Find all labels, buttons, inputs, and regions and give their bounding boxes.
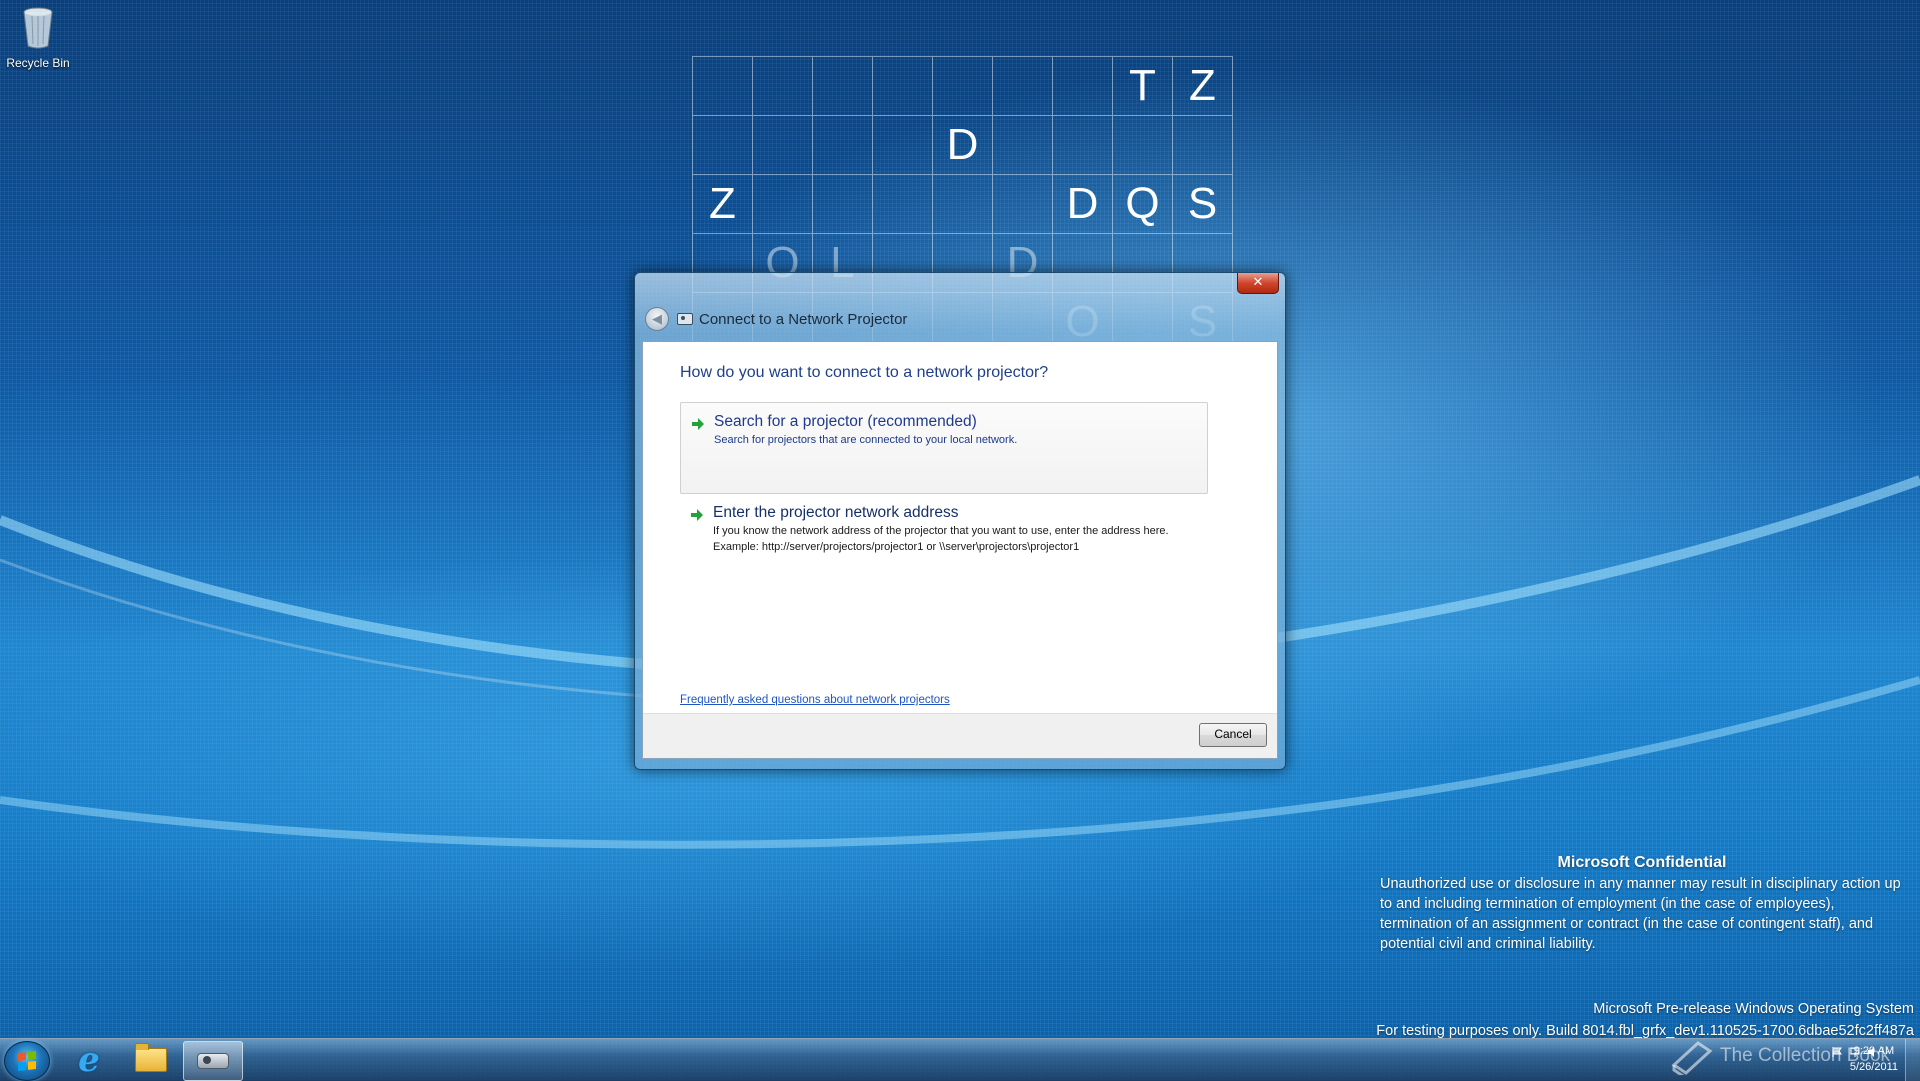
enter-address-description: If you know the network address of the p…: [713, 525, 1169, 537]
letter-cell: Q: [1113, 175, 1173, 234]
letter-cell: [873, 175, 933, 234]
letter-cell: Z: [693, 175, 753, 234]
prerelease-line-1: Microsoft Pre-release Windows Operating …: [1593, 1001, 1914, 1017]
taskbar: e 9:29 AM 5/26/2011: [0, 1038, 1920, 1081]
book-icon: [1671, 1041, 1713, 1075]
watermark-text: The Collection Book: [1720, 1045, 1891, 1066]
letter-cell: D: [933, 116, 993, 175]
letter-cell: [873, 57, 933, 116]
letter-cell: [753, 57, 813, 116]
dialog-title-bar: ◀ Connect to a Network Projector: [645, 307, 907, 331]
show-desktop-button[interactable]: [1905, 1039, 1920, 1081]
network-projector-taskbar-button[interactable]: [183, 1041, 243, 1081]
dialog-footer: Cancel: [643, 713, 1277, 758]
letter-cell: [1053, 116, 1113, 175]
projector-icon: [197, 1053, 229, 1069]
letter-cell: D: [1053, 175, 1113, 234]
recycle-bin-label: Recycle Bin: [6, 56, 70, 70]
letter-cell: [993, 175, 1053, 234]
green-arrow-icon: [692, 418, 704, 430]
search-projector-description: Search for projectors that are connected…: [714, 434, 1018, 446]
folder-icon: [135, 1043, 167, 1072]
green-arrow-icon: [691, 509, 703, 521]
letter-cell: [813, 57, 873, 116]
start-button[interactable]: [4, 1041, 50, 1081]
letter-cell: [1113, 116, 1173, 175]
letter-cell: [813, 175, 873, 234]
cancel-button[interactable]: Cancel: [1199, 723, 1267, 747]
search-projector-title: Search for a projector (recommended): [714, 413, 977, 430]
recycle-bin[interactable]: Recycle Bin: [4, 6, 72, 70]
dialog-content: How do you want to connect to a network …: [642, 341, 1278, 759]
projector-icon: [677, 313, 693, 325]
confidential-text: Unauthorized use or disclosure in any ma…: [1380, 876, 1901, 952]
letter-cell: [753, 175, 813, 234]
letter-cell: T: [1113, 57, 1173, 116]
letter-cell: [813, 116, 873, 175]
close-button[interactable]: ✕: [1237, 273, 1279, 294]
collection-book-watermark: The Collection Book: [1670, 1036, 1900, 1076]
confidential-title: Microsoft Confidential: [1557, 854, 1727, 871]
letter-cell: [993, 57, 1053, 116]
letter-cell: [873, 116, 933, 175]
connect-network-projector-dialog: ✕ ◀ Connect to a Network Projector How d…: [634, 272, 1286, 770]
search-projector-option[interactable]: Search for a projector (recommended) Sea…: [680, 402, 1208, 494]
letter-cell: [1173, 116, 1233, 175]
letter-cell: [933, 57, 993, 116]
letter-cell: S: [1173, 175, 1233, 234]
back-arrow-icon[interactable]: ◀: [645, 307, 669, 331]
letter-cell: Z: [1173, 57, 1233, 116]
letter-cell: [993, 116, 1053, 175]
letter-cell: [693, 116, 753, 175]
letter-cell: [933, 175, 993, 234]
file-explorer-button[interactable]: [122, 1041, 180, 1079]
enter-address-option[interactable]: Enter the projector network address If y…: [680, 494, 1208, 584]
windows-logo-icon: [18, 1051, 36, 1071]
faq-link[interactable]: Frequently asked questions about network…: [680, 694, 950, 706]
letter-cell: [1053, 57, 1113, 116]
dialog-question: How do you want to connect to a network …: [680, 364, 1049, 381]
enter-address-title: Enter the projector network address: [713, 504, 959, 521]
recycle-bin-icon: [23, 7, 53, 49]
letter-cell: [693, 57, 753, 116]
letter-cell: [753, 116, 813, 175]
enter-address-example: Example: http://server/projectors/projec…: [713, 541, 1080, 553]
dialog-title: Connect to a Network Projector: [699, 310, 908, 328]
internet-explorer-icon: e: [78, 1040, 100, 1080]
confidential-notice: Microsoft Confidential Unauthorized use …: [1380, 854, 1904, 954]
internet-explorer-button[interactable]: e: [60, 1040, 118, 1080]
